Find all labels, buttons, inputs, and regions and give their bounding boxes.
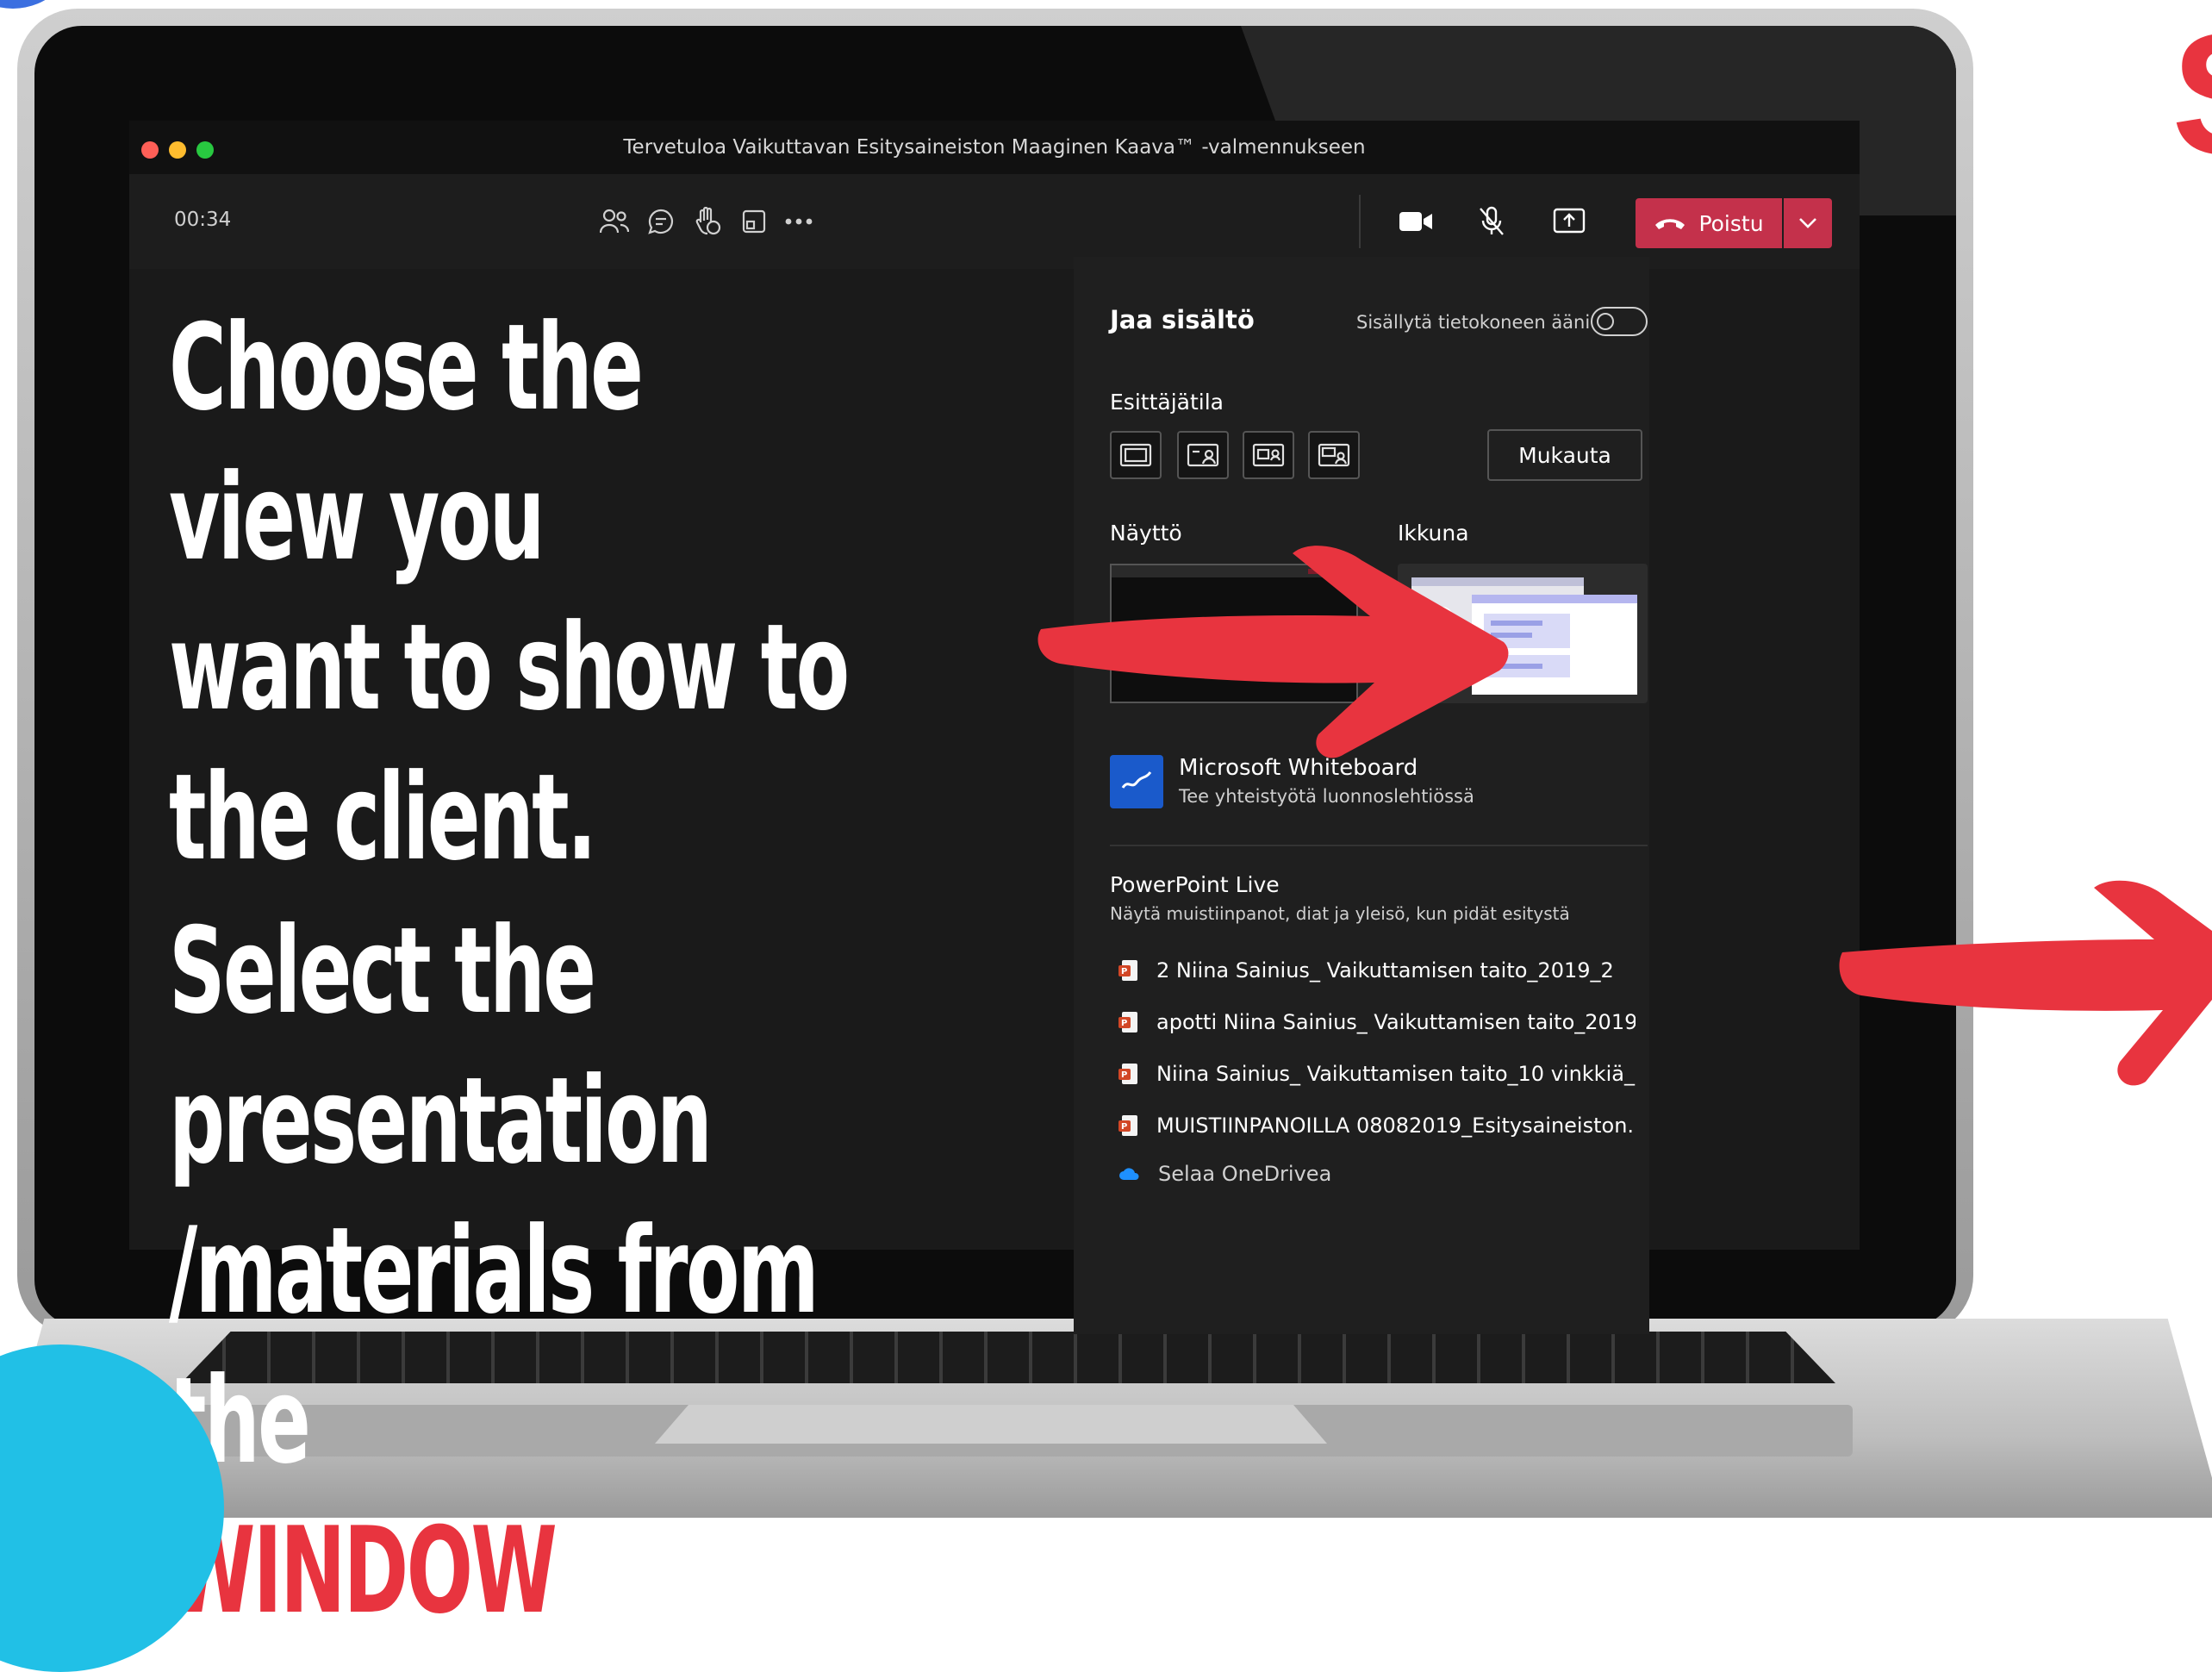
svg-text:P: P — [1121, 1070, 1127, 1080]
powerpoint-file-item[interactable]: P MUISTIINPANOILLA 08082019_Esitysaineis… — [1118, 1107, 1636, 1145]
camera-icon[interactable] — [1394, 200, 1437, 243]
more-icon[interactable] — [777, 200, 820, 243]
browse-onedrive-link[interactable]: Selaa OneDrivea — [1118, 1162, 1331, 1186]
presenter-mode-standout[interactable] — [1177, 431, 1229, 479]
red-arrow-annotation — [1839, 880, 2212, 1086]
share-content-panel: Jaa sisältö Sisällytä tietokoneen ääni E… — [1074, 257, 1649, 1334]
content-only-icon — [1119, 443, 1152, 467]
raise-hand-icon[interactable] — [686, 200, 729, 243]
powerpoint-file-item[interactable]: P Niina Sainius_ Vaikuttamisen taito_10 … — [1118, 1055, 1636, 1093]
instruction-line-rest: menu. — [555, 1501, 847, 1640]
powerpoint-icon: P — [1118, 960, 1137, 981]
window-titlebar: Tervetuloa Vaikuttavan Esitysaineiston M… — [129, 121, 1860, 174]
powerpoint-file-item[interactable]: P 2 Niina Sainius_ Vaikuttamisen taito_2… — [1118, 951, 1636, 989]
powerpoint-live-subtitle: Näytä muistiinpanot, diat ja yleisö, kun… — [1110, 903, 1570, 924]
toolbar-divider — [1359, 195, 1361, 248]
svg-text:P: P — [1121, 967, 1127, 976]
share-panel-title: Jaa sisältö — [1110, 305, 1255, 334]
side-by-side-icon — [1252, 443, 1285, 467]
leave-button[interactable]: Poistu — [1636, 198, 1782, 248]
instruction-line: the client. — [169, 748, 597, 887]
include-audio-toggle[interactable] — [1591, 307, 1648, 336]
instruction-line: WINDOW menu. — [169, 1496, 857, 1646]
onedrive-icon — [1119, 1168, 1139, 1180]
customize-button[interactable]: Mukauta — [1487, 429, 1642, 481]
meeting-controls-bar: 00:34 Poistu — [129, 174, 1860, 269]
powerpoint-icon: P — [1118, 1012, 1137, 1033]
browse-onedrive-label: Selaa OneDrivea — [1158, 1162, 1332, 1186]
rooms-icon[interactable] — [732, 200, 776, 243]
reporter-icon — [1318, 443, 1350, 467]
presenter-mode-label: Esittäjätila — [1110, 390, 1224, 415]
presenter-mode-reporter[interactable] — [1308, 431, 1360, 479]
chat-icon[interactable] — [639, 200, 682, 243]
leave-button-label: Poistu — [1698, 210, 1764, 236]
whiteboard-subtitle: Tee yhteistyötä luonnoslehtiössä — [1179, 786, 1474, 807]
powerpoint-file-name: MUISTIINPANOILLA 08082019_Esitysaineisto… — [1156, 1114, 1636, 1138]
meeting-timer: 00:34 — [174, 209, 232, 231]
people-icon[interactable] — [593, 200, 636, 243]
powerpoint-file-name: Niina Sainius_ Vaikuttamisen taito_10 vi… — [1156, 1062, 1636, 1086]
svg-text:P: P — [1121, 1019, 1127, 1028]
powerpoint-icon: P — [1118, 1064, 1137, 1084]
standout-icon — [1187, 443, 1219, 467]
instruction-line: want to show to — [169, 598, 850, 737]
presenter-mode-side-by-side[interactable] — [1243, 431, 1294, 479]
instruction-line: Select the presentation — [169, 902, 713, 1190]
svg-text:P: P — [1121, 1122, 1127, 1132]
powerpoint-icon: P — [1118, 1115, 1137, 1136]
powerpoint-live-title: PowerPoint Live — [1110, 872, 1280, 897]
red-arrow-annotation — [1037, 546, 1509, 758]
instruction-line: /materials from the — [169, 1201, 819, 1490]
chevron-down-icon — [1799, 218, 1816, 228]
leave-dropdown-button[interactable] — [1784, 198, 1832, 248]
instruction-text-1: Choose the view you want to show to the … — [169, 293, 857, 893]
decorative-circle-blue — [0, 0, 78, 9]
presenter-mode-content-only[interactable] — [1110, 431, 1162, 479]
instruction-text-2: Select the presentation /materials from … — [169, 896, 857, 1646]
instruction-highlight: WINDOW — [169, 1501, 558, 1640]
powerpoint-file-item[interactable]: P apotti Niina Sainius_ Vaikuttamisen ta… — [1118, 1003, 1636, 1041]
powerpoint-file-name: apotti Niina Sainius_ Vaikuttamisen tait… — [1156, 1010, 1636, 1034]
panel-divider — [1110, 845, 1648, 846]
phone-icon — [1655, 219, 1685, 229]
powerpoint-file-name: 2 Niina Sainius_ Vaikuttamisen taito_201… — [1156, 958, 1614, 983]
include-audio-label: Sisällytä tietokoneen ääni — [1356, 312, 1591, 333]
instruction-line: Choose the view you — [169, 298, 644, 587]
toggle-knob — [1597, 313, 1614, 330]
share-icon[interactable] — [1548, 200, 1591, 243]
window-title: Tervetuloa Vaikuttavan Esitysaineiston M… — [623, 136, 1366, 159]
decorative-letter: S — [2171, 9, 2212, 181]
mic-off-icon[interactable] — [1470, 200, 1513, 243]
